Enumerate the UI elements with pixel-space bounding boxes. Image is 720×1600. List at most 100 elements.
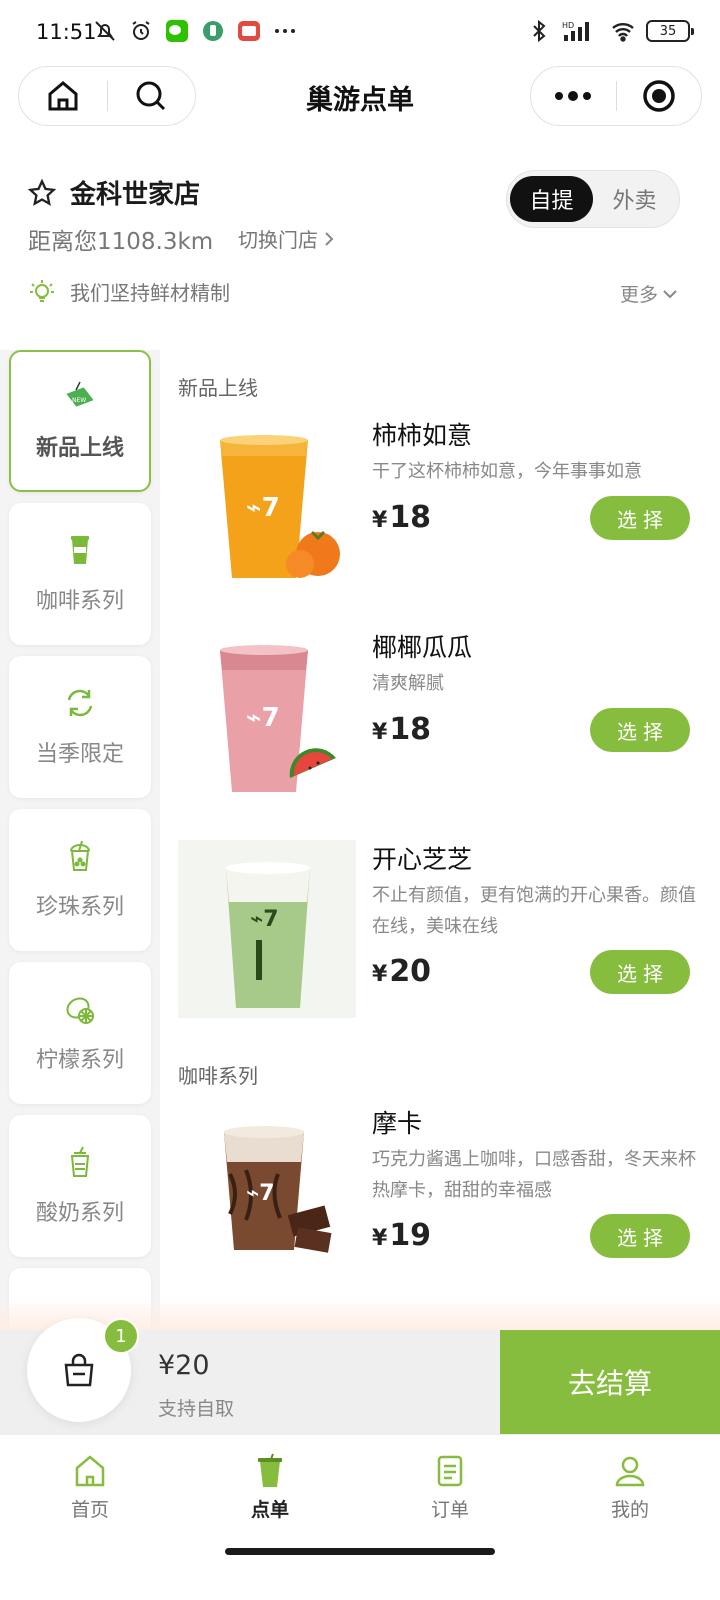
product-name: 开心芝芝: [372, 845, 473, 874]
checkout-button[interactable]: 去结算: [500, 1330, 720, 1434]
category-lemon[interactable]: 柠檬系列: [9, 962, 151, 1104]
product-name: 柿柿如意: [372, 421, 473, 450]
chevron-down-icon: [663, 289, 677, 298]
lemon-icon: [66, 997, 94, 1024]
mute-bell-icon: [92, 18, 118, 44]
product-price: ¥20: [372, 954, 431, 989]
search-icon: [136, 81, 166, 111]
category-pearl[interactable]: 珍珠系列: [9, 809, 151, 951]
lightbulb-icon: [30, 279, 54, 302]
tab-profile[interactable]: 我的: [540, 1435, 720, 1539]
product-image: ⌁7: [178, 840, 356, 1018]
home-button[interactable]: [19, 67, 107, 125]
store-distance: 距离您1108.3km: [28, 229, 214, 255]
close-miniprogram-button[interactable]: [617, 67, 702, 125]
signal-icon: HD: [562, 18, 600, 44]
product-price: ¥18: [372, 712, 431, 747]
record-target-icon: [643, 80, 675, 112]
product-name: 椰椰瓜瓜: [372, 633, 473, 662]
menu-button[interactable]: [531, 67, 616, 125]
bottom-tab-bar: 首页 点单 订单 我的: [0, 1434, 720, 1538]
product-name: 摩卡: [372, 1109, 423, 1138]
product-image: ⌁7: [178, 628, 356, 806]
category-sidebar: NEW 新品上线 咖啡系列 当季限定 珍珠系列 柠檬系列 酸奶系列: [0, 350, 160, 1328]
category-yogurt[interactable]: 酸奶系列: [9, 1115, 151, 1257]
store-name-row: 金科世家店: [28, 174, 200, 211]
category-label: 咖啡系列: [35, 589, 124, 614]
home-icon: [48, 81, 78, 111]
more-button[interactable]: 更多: [620, 280, 678, 307]
select-button[interactable]: 选择: [590, 496, 690, 540]
store-header: 金科世家店 距离您1108.3km 切换门店 自提 外卖 我们坚持鲜材精制 更多: [0, 160, 720, 345]
wechat-icon: [164, 18, 190, 44]
svg-text:⌁7: ⌁7: [246, 703, 280, 733]
category-coffee[interactable]: 咖啡系列: [9, 503, 151, 645]
status-bar: 11:51 HD 35: [0, 0, 720, 64]
tab-label: 订单: [430, 1498, 469, 1521]
product-desc: 不止有颜值，更有饱满的开心果香。颜值在线，美味在线: [372, 885, 696, 937]
svg-text:⌁7: ⌁7: [246, 493, 280, 523]
category-label: 新品上线: [35, 436, 124, 461]
product-card[interactable]: ⌁7 开心芝芝 不止有颜值，更有饱满的开心果香。颜值在线，美味在线 ¥20 选择: [160, 840, 720, 1040]
mode-pickup-option[interactable]: 自提: [510, 176, 593, 222]
switch-store-label: 切换门店: [238, 228, 318, 252]
svg-text:⌁7: ⌁7: [246, 1181, 275, 1206]
search-button[interactable]: [108, 67, 196, 125]
svg-text:NEW: NEW: [72, 397, 86, 404]
user-icon: [615, 1456, 645, 1486]
more-dots-icon: [272, 18, 298, 44]
tab-home[interactable]: 首页: [0, 1435, 180, 1539]
price-value: 20: [389, 954, 432, 989]
more-dots-icon: [555, 91, 592, 101]
order-list-icon: [437, 1455, 463, 1486]
product-desc: 清爽解腻: [372, 673, 444, 694]
svg-text:⌁7: ⌁7: [250, 907, 279, 932]
product-image: ⌁7: [178, 416, 356, 594]
status-time: 11:51: [36, 20, 97, 44]
shopping-bag-icon: [64, 1353, 94, 1387]
switch-store-link[interactable]: 切换门店: [238, 224, 336, 253]
product-price: ¥19: [372, 1218, 431, 1253]
star-outline-icon[interactable]: [28, 178, 56, 207]
yogurt-cup-icon: [70, 1146, 90, 1177]
status-system-icons: HD 35: [526, 18, 694, 44]
select-button[interactable]: 选择: [590, 708, 690, 752]
tab-order[interactable]: 点单: [180, 1435, 360, 1539]
product-card[interactable]: ⌁7 摩卡 巧克力酱遇上咖啡，口感香甜，冬天来杯热摩卡，甜甜的幸福感 ¥19 选…: [160, 1104, 720, 1304]
cart-count-badge: 1: [103, 1318, 139, 1354]
coffee-cup-icon: [71, 536, 89, 564]
refresh-cycle-icon: [67, 689, 93, 717]
product-desc: 巧克力酱遇上咖啡，口感香甜，冬天来杯热摩卡，甜甜的幸福感: [372, 1149, 696, 1201]
nav-bar: 巢游点单: [0, 64, 720, 128]
tab-orders[interactable]: 订单: [360, 1435, 540, 1539]
category-seasonal[interactable]: 当季限定: [9, 656, 151, 798]
more-label: 更多: [619, 284, 658, 306]
chevron-right-icon: [325, 231, 334, 246]
currency-symbol: ¥: [372, 720, 388, 745]
product-card[interactable]: ⌁7 椰椰瓜瓜 清爽解腻 ¥18 选择: [160, 628, 720, 828]
order-mode-toggle[interactable]: 自提 外卖: [506, 170, 680, 228]
category-label: 酸奶系列: [35, 1201, 124, 1226]
app-notification-icon-2: [236, 18, 262, 44]
category-new[interactable]: NEW 新品上线: [9, 350, 151, 492]
new-tag-icon: NEW: [66, 381, 94, 407]
store-name: 金科世家店: [70, 180, 201, 210]
category-label: 柠檬系列: [35, 1048, 124, 1073]
currency-symbol: ¥: [372, 508, 388, 533]
mode-delivery-option[interactable]: 外卖: [593, 176, 676, 222]
tab-label: 点单: [250, 1498, 289, 1521]
wifi-icon: [610, 18, 636, 44]
status-notification-icons: [92, 18, 298, 44]
category-label: 珍珠系列: [35, 895, 124, 920]
battery-indicator: 35: [646, 20, 694, 42]
price-value: 18: [389, 712, 432, 747]
select-button[interactable]: 选择: [590, 1214, 690, 1258]
price-value: 18: [389, 500, 432, 535]
product-card[interactable]: ⌁7 柿柿如意 干了这杯柿柿如意，今年事事如意 ¥18 选择: [160, 416, 720, 616]
currency-symbol: ¥: [372, 1226, 388, 1251]
store-notice-text: 我们坚持鲜材精制: [70, 281, 230, 305]
product-image: ⌁7: [178, 1104, 356, 1282]
home-icon: [75, 1454, 105, 1486]
tab-label: 我的: [610, 1498, 649, 1521]
select-button[interactable]: 选择: [590, 950, 690, 994]
